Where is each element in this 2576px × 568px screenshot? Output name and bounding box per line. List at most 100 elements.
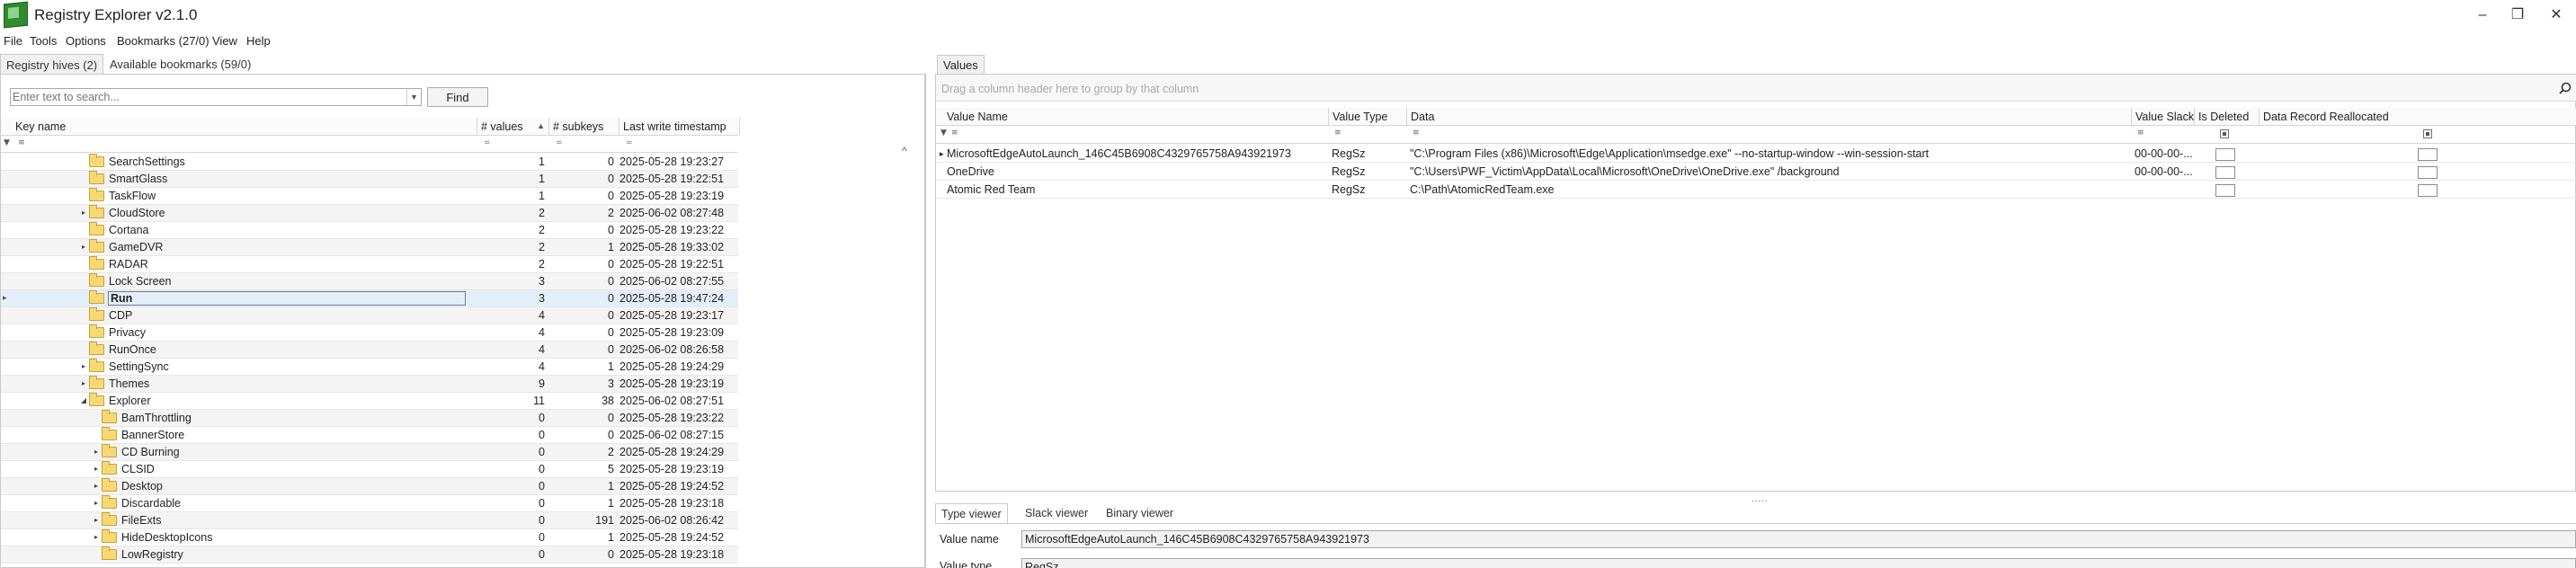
group-by-bar[interactable]: Drag a column header here to group by th… — [936, 75, 2576, 102]
tree-row[interactable]: ▸ Run 3 0 2025-05-28 19:47:24 — [1, 290, 738, 307]
menu-file[interactable]: File — [4, 34, 22, 48]
filter-value-name-icon[interactable]: ≡ — [949, 126, 961, 142]
tree-row[interactable]: ▸ Discardable 0 1 2025-05-28 19:23:18 — [1, 495, 738, 512]
tree-row[interactable]: ▸ CLSID 0 5 2025-05-28 19:23:19 — [1, 461, 738, 478]
tree-row[interactable]: BannerStore 0 0 2025-06-02 08:27:15 — [1, 427, 738, 444]
tree-row[interactable]: CDP 4 0 2025-05-28 19:23:17 — [1, 307, 738, 324]
expand-icon[interactable]: ▸ — [93, 448, 100, 456]
value-row[interactable]: ▸ MicrosoftEdgeAutoLaunch_146C45B6908C432… — [936, 145, 2576, 163]
col-value-slack[interactable]: Value Slack — [2132, 108, 2195, 126]
expand-icon[interactable]: ▸ — [80, 243, 87, 251]
search-input[interactable] — [13, 90, 399, 104]
tree-row[interactable]: RADAR 2 0 2025-05-28 19:22:51 — [1, 256, 738, 273]
tree-row[interactable]: ▸ HideDesktopIcons 0 1 2025-05-28 19:24:52 — [1, 529, 738, 546]
folder-icon — [89, 273, 104, 287]
col-value-name[interactable]: Value Name — [936, 108, 1329, 126]
tree-row[interactable]: TaskFlow 1 0 2025-05-28 19:23:19 — [1, 188, 738, 205]
realloc-checkbox[interactable] — [2418, 166, 2438, 179]
tree-row[interactable]: Cortana 2 0 2025-05-28 19:23:22 — [1, 222, 738, 239]
tree-row[interactable]: Privacy 4 0 2025-05-28 19:23:09 — [1, 324, 738, 342]
filter-timestamp-icon[interactable]: = — [623, 136, 636, 152]
expand-icon[interactable]: ▸ — [93, 482, 100, 490]
tree-row[interactable]: SearchSettings 1 0 2025-05-28 19:23:27 — [1, 154, 738, 171]
expand-icon[interactable]: ▸ — [93, 465, 100, 473]
tree-row[interactable]: LowRegistry 0 0 2025-05-28 19:23:18 — [1, 546, 738, 564]
value-name-field[interactable]: MicrosoftEdgeAutoLaunch_146C45B6908C4329… — [1021, 530, 2576, 548]
filter-subkeys-icon[interactable]: = — [553, 136, 566, 152]
filter-key-name-icon[interactable]: ≡ — [15, 136, 28, 152]
values-filter-funnel-icon[interactable]: ▼ — [938, 126, 949, 142]
expand-icon[interactable]: ▸ — [80, 379, 87, 387]
tab-binary-viewer[interactable]: Binary viewer — [1106, 507, 1173, 519]
subkeys-count: 1 — [608, 480, 614, 493]
tree-row[interactable]: ▸ Desktop 0 1 2025-05-28 19:24:52 — [1, 478, 738, 495]
close-button[interactable]: ✕ — [2543, 4, 2570, 26]
expand-icon[interactable]: ▸ — [80, 362, 87, 370]
expand-icon[interactable]: ▸ — [93, 499, 100, 507]
col-value-type[interactable]: Value Type — [1329, 108, 1407, 126]
filter-values-icon[interactable]: = — [481, 136, 494, 152]
folder-icon — [102, 478, 117, 492]
collapse-icon[interactable]: ◢ — [80, 396, 87, 404]
col-values[interactable]: # values ▲ — [477, 118, 549, 136]
tree-row[interactable]: RunOnce 4 0 2025-06-02 08:26:58 — [1, 342, 738, 359]
find-button[interactable]: Find — [427, 87, 488, 107]
tree-row[interactable]: BamThrottling 0 0 2025-05-28 19:23:22 — [1, 410, 738, 427]
tree-row[interactable]: SmartGlass 1 0 2025-05-28 19:22:51 — [1, 171, 738, 188]
expand-icon[interactable]: ▸ — [93, 516, 100, 524]
menu-view[interactable]: View — [212, 34, 237, 48]
tree-row[interactable]: ▸ CD Burning 0 2 2025-05-28 19:24:29 — [1, 444, 738, 461]
col-data-record-reallocated[interactable]: Data Record Reallocated — [2260, 108, 2576, 126]
col-subkeys[interactable]: # subkeys — [549, 118, 619, 136]
search-icon[interactable] — [2559, 82, 2572, 94]
menu-options[interactable]: Options — [66, 34, 106, 48]
is-deleted-checkbox[interactable] — [2215, 166, 2235, 179]
tab-type-viewer[interactable]: Type viewer — [935, 503, 1008, 523]
realloc-checkbox[interactable] — [2418, 148, 2438, 161]
expand-icon[interactable]: ▸ — [80, 209, 87, 217]
pane-splitter[interactable]: ..... — [1752, 494, 1769, 504]
value-type-field[interactable]: RegSz — [1021, 558, 2576, 568]
menu-bookmarks[interactable]: Bookmarks (27/0) — [117, 34, 209, 48]
col-key-name[interactable]: Key name — [1, 118, 477, 136]
col-timestamp[interactable]: Last write timestamp — [619, 118, 740, 136]
filter-realloc-checkbox[interactable] — [2423, 129, 2432, 138]
folder-icon — [89, 154, 104, 167]
is-deleted-checkbox[interactable] — [2215, 148, 2235, 161]
col-data[interactable]: Data — [1407, 108, 2132, 126]
value-row[interactable]: OneDrive RegSz "C:\Users\PWF_Victim\AppDat… — [936, 163, 2576, 181]
tree-row[interactable]: ▸ FileExts 0 191 2025-06-02 08:26:42 — [1, 512, 738, 529]
search-dropdown-icon[interactable]: ▼ — [406, 89, 421, 105]
maximize-button[interactable]: ❐ — [2504, 4, 2531, 26]
minimize-button[interactable]: – — [2469, 4, 2496, 26]
col-is-deleted[interactable]: Is Deleted — [2195, 108, 2260, 126]
values-count: 0 — [539, 480, 545, 493]
filter-data-icon[interactable]: ≡ — [1410, 126, 1422, 142]
filter-funnel-icon[interactable]: ▼ — [1, 136, 13, 152]
filter-deleted-checkbox[interactable] — [2220, 129, 2229, 138]
scroll-up-icon[interactable]: ^ — [902, 145, 907, 157]
tree-row[interactable]: ▸ Themes 9 3 2025-05-28 19:23:19 — [1, 376, 738, 393]
folder-icon — [89, 393, 104, 406]
value-row[interactable]: Atomic Red Team RegSz C:\Path\AtomicRedTea… — [936, 181, 2576, 199]
filter-slack-icon[interactable]: ≡ — [2135, 126, 2147, 142]
window-title: Registry Explorer v2.1.0 — [34, 6, 198, 23]
menu-help[interactable]: Help — [246, 34, 271, 48]
tab-available-bookmarks[interactable]: Available bookmarks (59/0) — [104, 54, 256, 75]
realloc-checkbox[interactable] — [2418, 184, 2438, 197]
tab-values[interactable]: Values — [937, 55, 985, 75]
is-deleted-checkbox[interactable] — [2215, 184, 2235, 197]
key-name: RADAR — [109, 258, 148, 271]
filter-value-type-icon[interactable]: ≡ — [1332, 126, 1344, 142]
tree-row[interactable]: ▸ SettingSync 4 1 2025-05-28 19:24:29 — [1, 359, 738, 376]
tree-row[interactable]: ◢ Explorer 11 38 2025-06-02 08:27:51 — [1, 393, 738, 410]
tree-row[interactable]: ▸ CloudStore 2 2 2025-06-02 08:27:48 — [1, 205, 738, 222]
tab-registry-hives[interactable]: Registry hives (2) — [0, 54, 104, 75]
folder-icon — [102, 461, 117, 475]
tab-slack-viewer[interactable]: Slack viewer — [1025, 507, 1088, 519]
menu-tools[interactable]: Tools — [30, 34, 57, 48]
tree-row[interactable]: ▸ GameDVR 2 1 2025-05-28 19:33:02 — [1, 239, 738, 256]
expand-icon[interactable]: ▸ — [93, 533, 100, 541]
tree-row[interactable]: Lock Screen 3 0 2025-06-02 08:27:55 — [1, 273, 738, 290]
key-name: BamThrottling — [121, 412, 192, 424]
